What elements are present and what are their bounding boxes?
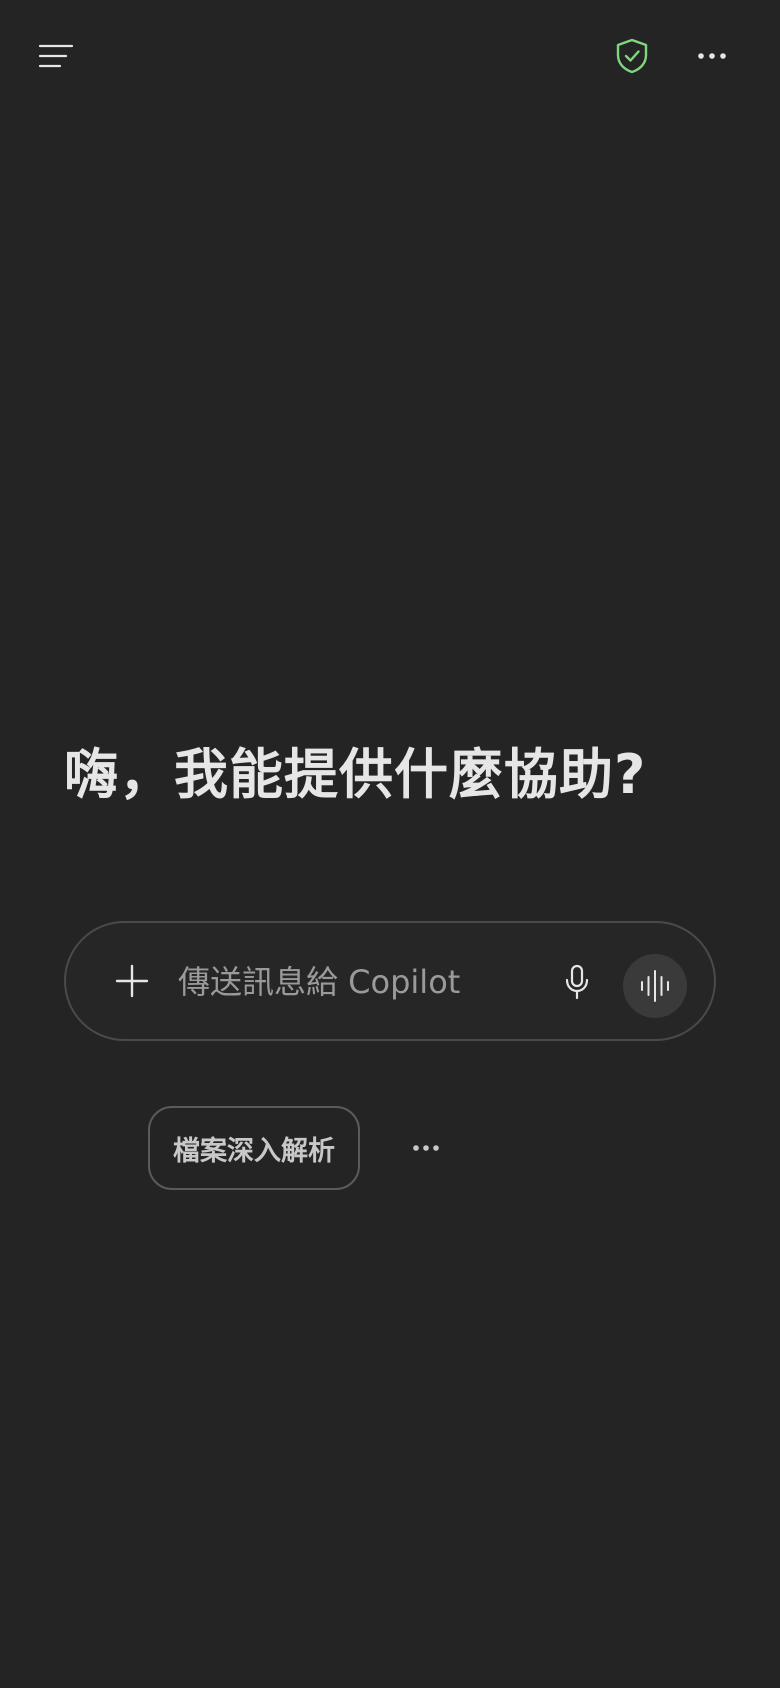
menu-icon: [38, 44, 74, 68]
suggestion-chip-label: 檔案深入解析: [173, 1135, 335, 1167]
add-attachment-button[interactable]: [106, 955, 158, 1007]
suggestion-chip-file-insights[interactable]: 檔案深入解析: [148, 1106, 360, 1190]
menu-button[interactable]: [30, 30, 82, 82]
microphone-button[interactable]: [552, 957, 602, 1007]
plus-icon: [115, 964, 149, 998]
more-options-button[interactable]: [686, 30, 738, 82]
more-suggestions-button[interactable]: [400, 1122, 452, 1174]
message-input[interactable]: [178, 953, 498, 1011]
message-composer: [64, 921, 716, 1041]
shield-check-icon: [616, 38, 648, 74]
more-horizontal-icon: [698, 53, 726, 59]
greeting-heading: 嗨，我能提供什麼協助?: [64, 743, 647, 806]
microphone-icon: [565, 964, 589, 1000]
voice-waveform-icon: [641, 970, 669, 1002]
voice-mode-button[interactable]: [623, 954, 687, 1018]
privacy-shield-button[interactable]: [606, 30, 658, 82]
more-horizontal-icon: [413, 1145, 439, 1151]
copilot-home-screen: 嗨，我能提供什麼協助? 傳送訊息給 Copilot 檔案深入解析: [0, 0, 780, 1688]
